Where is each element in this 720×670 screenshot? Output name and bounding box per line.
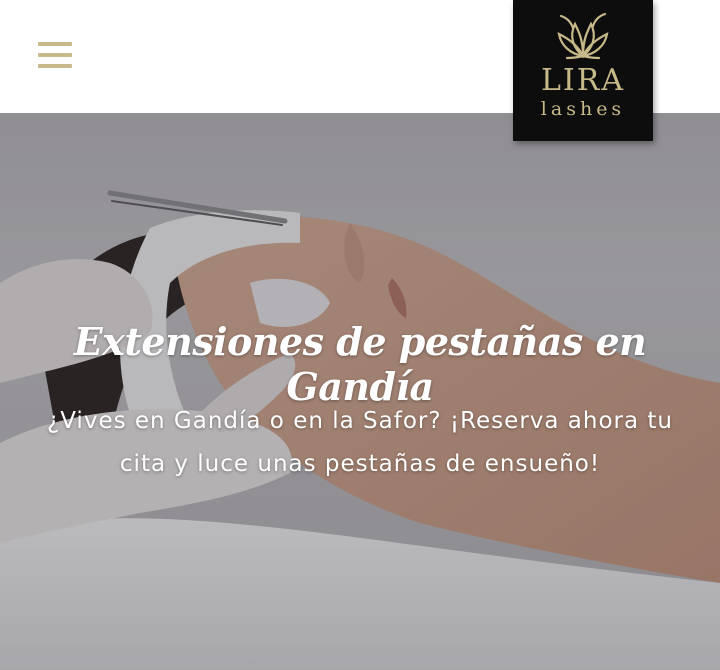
menu-bar-top <box>38 42 72 46</box>
hero-title: Extensiones de pestañas en Gandía <box>73 319 647 409</box>
hamburger-menu-icon[interactable] <box>38 40 72 70</box>
logo-brand-text: LIRA <box>540 63 626 98</box>
menu-bar-middle <box>38 53 72 57</box>
site-logo[interactable]: LIRA lashes <box>513 0 653 141</box>
logo-sub-text: lashes <box>540 98 626 120</box>
hero-description: ¿Vives en Gandía o en la Safor? ¡Reserva… <box>47 408 673 477</box>
hero-section: Extensiones de pestañas en Gandía ¿Vives… <box>0 113 720 670</box>
menu-bar-bottom <box>38 64 72 68</box>
lotus-icon <box>557 12 609 60</box>
page: LIRA lashes Extensiones de pestañas en G… <box>0 0 720 670</box>
